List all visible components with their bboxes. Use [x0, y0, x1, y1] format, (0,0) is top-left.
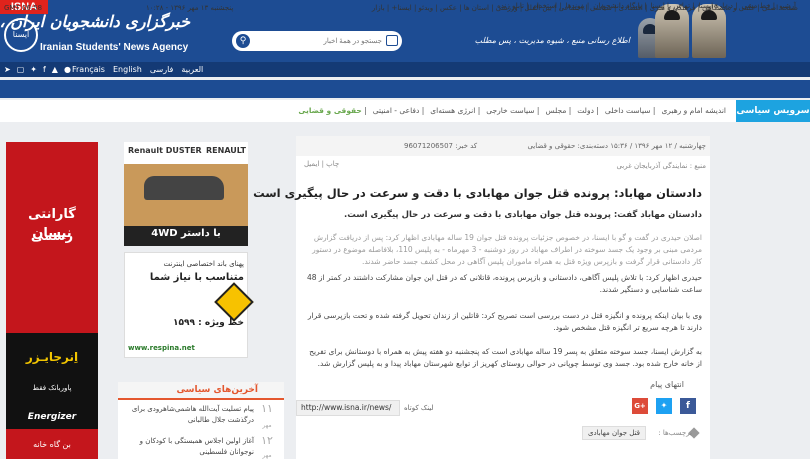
service-title[interactable]: سرویس سیاسی — [736, 100, 810, 122]
lang-arabic[interactable]: العربية — [181, 65, 203, 74]
section-science[interactable]: علمی و دانشگاهی — [702, 4, 755, 12]
latest-item-month: مهر — [262, 452, 272, 459]
section-nav-links: صفحه اصلی | علمی و دانشگاهی | فرهنگی و ه… — [371, 4, 798, 12]
latest-item-day: ۱۱ — [261, 402, 273, 415]
article-paragraph: حیدری اظهار کرد: با تلاش پلیس آگاهی، داد… — [306, 273, 702, 294]
latest-item-text[interactable]: آغاز اولین اجلاس همبستگی با کودکان و نوج… — [122, 436, 254, 458]
section-economy[interactable]: اقتصادی — [619, 4, 643, 12]
section-social[interactable]: اجتماعی — [559, 4, 584, 12]
leader-portrait — [692, 4, 726, 58]
twitter-share-icon[interactable]: ✦ — [656, 398, 672, 414]
respina-url: www.respina.net — [128, 344, 195, 352]
lang-french[interactable]: Français — [72, 65, 105, 74]
search-input[interactable] — [252, 33, 382, 49]
gmt-time: GMT 06:58 — [4, 4, 43, 12]
article-title: دادستان مهاباد: پرونده قتل جوان مهابادی … — [253, 186, 702, 200]
section-politics[interactable]: سیاسی — [590, 4, 612, 12]
header-slogan: اطلاع رسانی منبع ، شیوه مدیریت ، پس مطلب — [474, 36, 630, 45]
tab-foreign-policy[interactable]: سیاست خارجی — [486, 106, 534, 115]
lang-english[interactable]: English — [113, 65, 142, 74]
energizer-ad-title: اِنرجایـزر — [25, 350, 79, 364]
section-isna-plus[interactable]: ایسنا+ — [391, 4, 411, 12]
tag-chip[interactable]: قتل جوان مهابادی — [582, 426, 647, 440]
article-actions[interactable]: چاپ | ایمیل — [304, 160, 339, 168]
energizer-ad-caption: پاوربانک فقط — [32, 384, 72, 392]
language-links: Français English العربية فارسی — [72, 65, 211, 74]
section-international[interactable]: بین الملل — [524, 4, 551, 12]
section-photo[interactable]: عکس — [440, 4, 457, 12]
latest-item-month: مهر — [262, 422, 272, 429]
article-code-label: کد خبر: — [455, 142, 478, 150]
article-code-value: 96071206507 — [404, 142, 453, 150]
section-culture[interactable]: فرهنگی و هنری — [650, 4, 696, 12]
article-paragraph: به گزارش ایسنا، جسد سوخته متعلق به پسر 1… — [309, 347, 702, 368]
android-icon[interactable]: ▲ — [52, 65, 58, 74]
calendar-icon[interactable] — [386, 35, 398, 46]
tab-parliament[interactable]: مجلس — [545, 106, 566, 115]
tab-nuclear[interactable]: انرژی هسته‌ای — [430, 106, 475, 115]
twitter-icon[interactable]: ✦ — [30, 65, 37, 74]
service-tabs: اندیشه امام و رهبری| سیاست داخلی| دولت| … — [298, 106, 726, 115]
section-market[interactable]: بازار — [372, 4, 385, 12]
section-home[interactable]: صفحه اصلی — [762, 4, 798, 12]
latest-item-text[interactable]: پیام تسلیت آیت‌الله هاشمی‌شاهرودی برای د… — [122, 404, 254, 426]
renault-model: Renault DUSTER — [128, 146, 202, 155]
renault-logo: RENAULT — [206, 146, 246, 155]
logo-title-en[interactable]: Iranian Students' News Agency — [40, 42, 188, 53]
respina-ad-line1: پهنای باند اختصاصی اینترنت — [163, 260, 244, 268]
short-link-label: لینک کوتاه — [404, 404, 434, 412]
instagram-icon[interactable]: ▢ — [17, 65, 25, 74]
latest-news-title[interactable]: آخرین‌های سیاسی — [176, 385, 258, 395]
lang-persian[interactable]: فارسی — [150, 65, 174, 74]
article-date-text: چهارشنبه / ۱۲ مهر ۱۳۹۶ / ۱۵:۳۶ — [610, 142, 706, 150]
article-source: منبع : نمایندگی آذربایجان غربی — [616, 162, 706, 170]
tab-defense[interactable]: دفاعی - امنیتی — [373, 106, 420, 115]
tags-label: برچسب‌ها : — [658, 429, 692, 437]
article-date: چهارشنبه / ۱۲ مهر ۱۳۹۶ / ۱۵:۳۶ دسته‌بندی… — [527, 142, 706, 150]
logo-title-fa[interactable]: خبرگزاری دانشجویان ایران ، ایسنا — [0, 12, 190, 31]
section-sports[interactable]: ورزشی — [496, 4, 518, 12]
tab-domestic-policy[interactable]: سیاست داخلی — [605, 106, 651, 115]
article-lead: دادستان مهاباد گفت: پرونده قتل جوان مهاب… — [344, 210, 702, 220]
tab-imam-leader[interactable]: اندیشه امام و رهبری — [661, 106, 726, 115]
end-of-message: انتهای پیام — [650, 380, 684, 389]
section-nav-bar — [0, 80, 810, 98]
tab-legal[interactable]: حقوقی و قضایی — [298, 106, 361, 115]
article-paragraph: وی با بیان اینکه پرونده و انگیزه قتل در … — [307, 311, 702, 332]
section-provinces[interactable]: استان ها — [464, 4, 489, 12]
tab-government[interactable]: دولت — [577, 106, 594, 115]
short-link-field[interactable]: http://www.isna.ir/news/ — [296, 400, 400, 416]
social-icons: ➤ ▢ ✦ f ▲ ● — [4, 65, 77, 74]
respina-phone: خط ویژه : ۱۵۹۹ — [173, 318, 244, 328]
car-image — [144, 176, 224, 200]
section-video[interactable]: ویدئو — [419, 4, 434, 12]
facebook-icon[interactable]: f — [43, 65, 46, 74]
current-date: پنجشنبه ۱۳ مهر ۱۳۹۶ - ۱۰:۲۸ — [146, 4, 234, 12]
google-plus-share-icon[interactable]: G+ — [632, 398, 648, 414]
apple-icon[interactable]: ● — [64, 65, 71, 74]
telegram-icon[interactable]: ➤ — [4, 65, 11, 74]
left-ad-bottom-text: بن گاه خانه — [33, 440, 71, 449]
nissan-ad-line2: نیسان — [32, 226, 72, 241]
respina-ad-line2: متناسب با نیاز شما — [149, 272, 244, 283]
renault-ad-caption: با داستر 4WD — [151, 228, 221, 239]
article-category[interactable]: دسته‌بندی: حقوقی و قضایی — [527, 142, 607, 150]
facebook-share-icon[interactable]: f — [680, 398, 696, 414]
article-paragraph: اصلان حیدری در گفت و گو با ایسنا، در خصو… — [312, 233, 702, 266]
article-code: کد خبر: 96071206507 — [404, 142, 477, 150]
energizer-logo: Energizer — [27, 412, 77, 422]
latest-item-day: ۱۲ — [261, 434, 273, 447]
leader-portrait — [655, 4, 689, 58]
search-icon[interactable]: ⚲ — [236, 34, 250, 48]
